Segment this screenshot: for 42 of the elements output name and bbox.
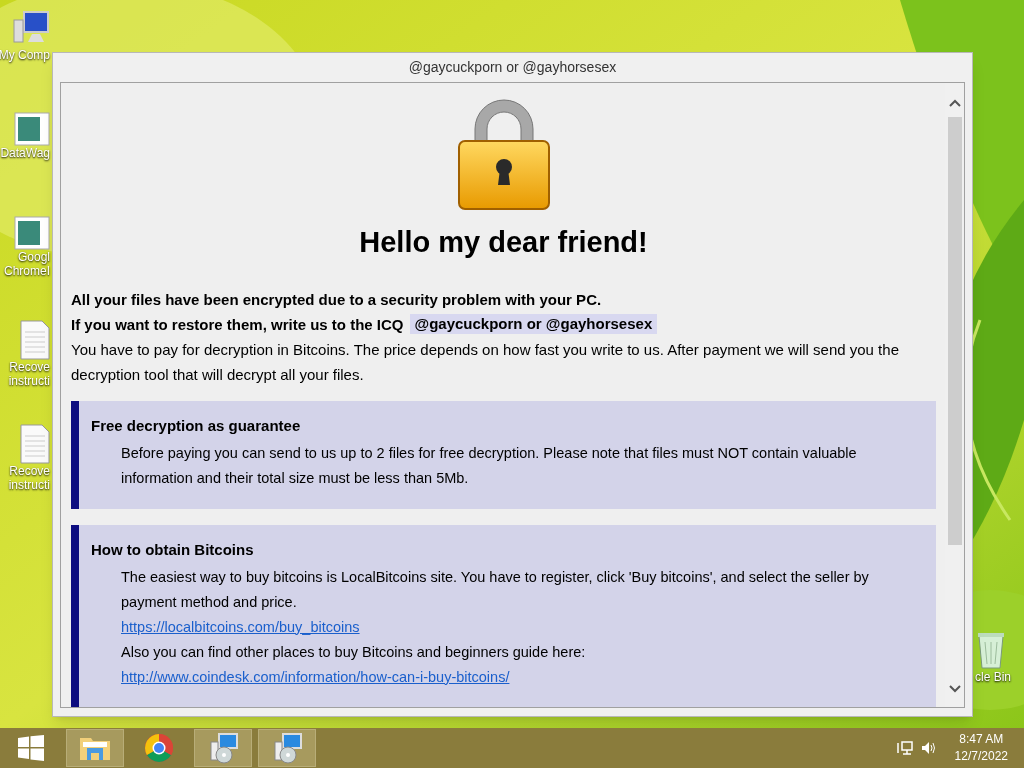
- windows-logo-icon[interactable]: [18, 735, 44, 761]
- link[interactable]: https://localbitcoins.com/buy_bitcoins: [91, 614, 360, 640]
- icon-label: ChromeI: [4, 264, 50, 278]
- contact-highlight: @gaycuckporn or @gayhorsesex: [409, 314, 658, 334]
- document-icon[interactable]: [14, 216, 50, 250]
- icon-label: instructi: [8, 478, 50, 492]
- taskbar-button[interactable]: [258, 729, 316, 767]
- icon-label: instructi: [8, 374, 50, 388]
- network-icon[interactable]: [896, 741, 913, 755]
- clock-date[interactable]: 12/7/2022: [954, 748, 1008, 765]
- scroll-thumb[interactable]: [947, 117, 962, 545]
- icon-label: Googl: [17, 250, 50, 264]
- text-file-icon[interactable]: [20, 424, 50, 464]
- heading: Hello my dear friend!: [358, 225, 649, 260]
- clock-time[interactable]: 8:47 AM: [959, 731, 1004, 748]
- taskbar-button[interactable]: [66, 729, 124, 767]
- paragraph: You have to pay for decryption in Bitcoins. The price depends on how fast you write to us. After payment we will send you the decryption tool that will decrypt all your files.: [71, 339, 900, 385]
- trash-bin-icon[interactable]: [975, 630, 1007, 670]
- section-title: How to obtain Bitcoins: [91, 539, 255, 560]
- scroll-down-icon[interactable]: [948, 685, 961, 693]
- icon-label: My Comp: [0, 48, 50, 62]
- icon-label: DataWag: [0, 146, 50, 160]
- scroll-up-icon[interactable]: [948, 99, 961, 107]
- section-title: Free decryption as guarantee: [91, 415, 302, 436]
- icon-label: Recove: [9, 360, 50, 374]
- taskbar-button[interactable]: [194, 729, 252, 767]
- link[interactable]: http://www.coindesk.com/information/how-can-i-buy-bitcoins/: [91, 664, 510, 690]
- window-title: @gaycuckporn or @gayhorsesex: [408, 58, 617, 77]
- icon-label: Recove: [9, 464, 50, 478]
- paragraph: Before paying you can send to us up to 2 files for free decryption. Please note that files must NOT contain valuable information and their total size must be less than 5Mb.: [120, 443, 858, 488]
- chrome-icon[interactable]: [144, 733, 174, 763]
- paragraph: The easiest way to buy bitcoins is LocalBitcoins site. You have to register, click 'Buy bitcoins', and select the seller by payment method and price.: [120, 567, 870, 612]
- paragraph: All your files have been encrypted due to a security problem with your PC.: [71, 289, 602, 310]
- volume-icon[interactable]: [920, 741, 937, 755]
- icon-label: cle Bin: [975, 670, 1012, 685]
- paragraph: Also you can find other places to buy Bitcoins and beginners guide here:: [120, 642, 587, 662]
- installer-icon[interactable]: [271, 732, 303, 764]
- paragraph: If you want to restore them, write us to the ICQ: [71, 314, 404, 335]
- installer-icon[interactable]: [207, 732, 239, 764]
- text-file-icon[interactable]: [20, 320, 50, 360]
- document-icon[interactable]: [14, 112, 50, 146]
- padlock-icon: [456, 97, 551, 211]
